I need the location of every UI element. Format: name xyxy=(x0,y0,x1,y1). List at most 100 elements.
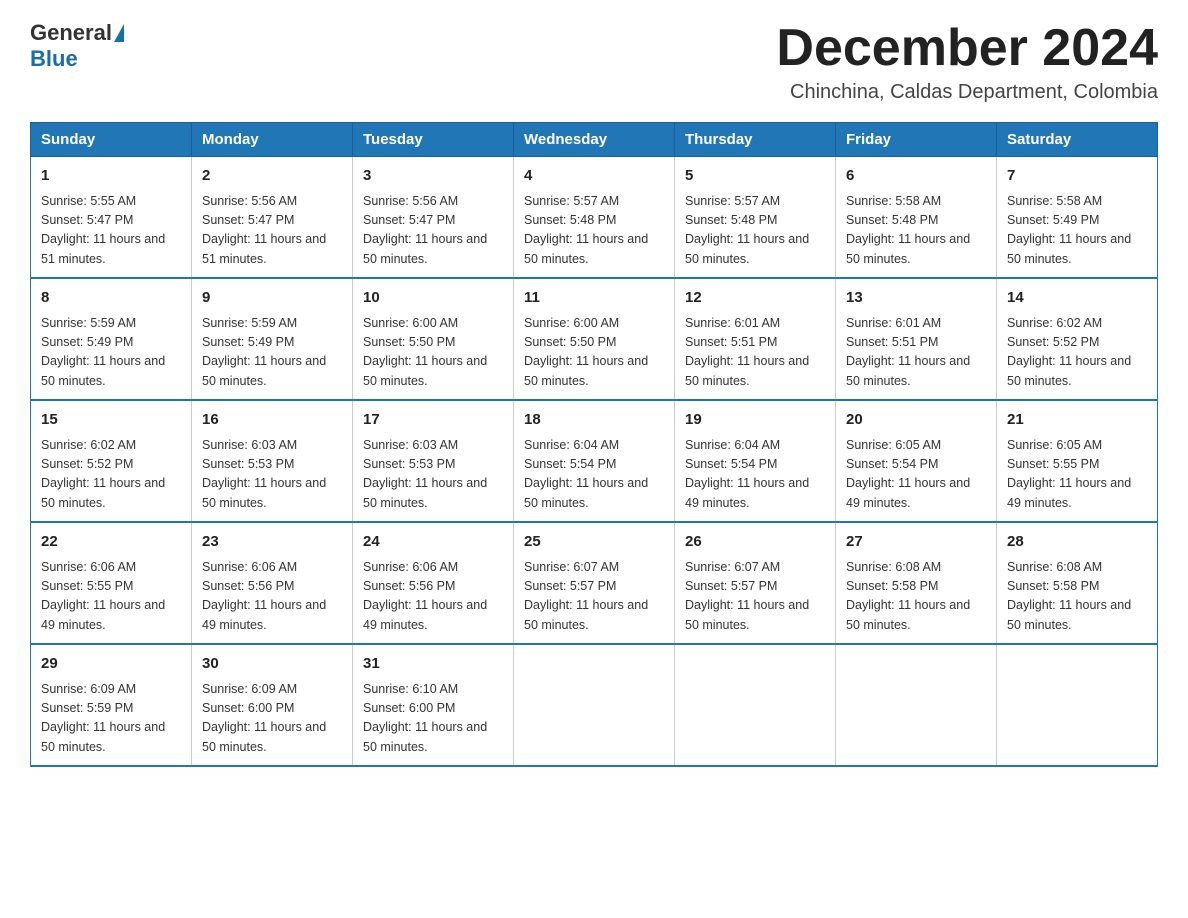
calendar-day-cell xyxy=(514,644,675,766)
day-info: Sunrise: 5:59 AMSunset: 5:49 PMDaylight:… xyxy=(202,314,342,392)
calendar-week-row: 15Sunrise: 6:02 AMSunset: 5:52 PMDayligh… xyxy=(31,400,1158,522)
day-number: 26 xyxy=(685,531,825,554)
month-title: December 2024 xyxy=(776,20,1158,77)
day-info: Sunrise: 6:02 AMSunset: 5:52 PMDaylight:… xyxy=(1007,314,1147,392)
weekday-header-friday: Friday xyxy=(836,123,997,157)
day-info: Sunrise: 6:03 AMSunset: 5:53 PMDaylight:… xyxy=(363,436,503,514)
day-number: 24 xyxy=(363,531,503,554)
calendar-day-cell: 3 Sunrise: 5:56 AMSunset: 5:47 PMDaylight… xyxy=(353,157,514,279)
logo: General Blue xyxy=(30,20,126,72)
day-info: Sunrise: 5:57 AMSunset: 5:48 PMDaylight:… xyxy=(685,192,825,270)
day-number: 16 xyxy=(202,409,342,432)
calendar-week-row: 8 Sunrise: 5:59 AMSunset: 5:49 PMDaylight… xyxy=(31,278,1158,400)
logo-general-text: General xyxy=(30,20,112,46)
day-info: Sunrise: 6:07 AMSunset: 5:57 PMDaylight:… xyxy=(685,558,825,636)
calendar-day-cell: 26 Sunrise: 6:07 AMSunset: 5:57 PMDayligh… xyxy=(675,522,836,644)
calendar-day-cell: 12 Sunrise: 6:01 AMSunset: 5:51 PMDayligh… xyxy=(675,278,836,400)
calendar-day-cell: 20Sunrise: 6:05 AMSunset: 5:54 PMDayligh… xyxy=(836,400,997,522)
day-info: Sunrise: 6:08 AMSunset: 5:58 PMDaylight:… xyxy=(846,558,986,636)
day-info: Sunrise: 5:59 AMSunset: 5:49 PMDaylight:… xyxy=(41,314,181,392)
calendar-day-cell: 13 Sunrise: 6:01 AMSunset: 5:51 PMDayligh… xyxy=(836,278,997,400)
calendar-day-cell: 23 Sunrise: 6:06 AMSunset: 5:56 PMDayligh… xyxy=(192,522,353,644)
calendar-day-cell: 2 Sunrise: 5:56 AMSunset: 5:47 PMDaylight… xyxy=(192,157,353,279)
weekday-header-monday: Monday xyxy=(192,123,353,157)
day-number: 14 xyxy=(1007,287,1147,310)
day-info: Sunrise: 6:06 AMSunset: 5:56 PMDaylight:… xyxy=(202,558,342,636)
day-info: Sunrise: 6:01 AMSunset: 5:51 PMDaylight:… xyxy=(685,314,825,392)
day-info: Sunrise: 6:04 AMSunset: 5:54 PMDaylight:… xyxy=(524,436,664,514)
calendar-day-cell: 5Sunrise: 5:57 AMSunset: 5:48 PMDaylight… xyxy=(675,157,836,279)
calendar-header-row: SundayMondayTuesdayWednesdayThursdayFrid… xyxy=(31,123,1158,157)
calendar-day-cell: 31 Sunrise: 6:10 AMSunset: 6:00 PMDayligh… xyxy=(353,644,514,766)
day-info: Sunrise: 6:00 AMSunset: 5:50 PMDaylight:… xyxy=(363,314,503,392)
calendar-day-cell: 19Sunrise: 6:04 AMSunset: 5:54 PMDayligh… xyxy=(675,400,836,522)
calendar-week-row: 1 Sunrise: 5:55 AMSunset: 5:47 PMDaylight… xyxy=(31,157,1158,279)
day-number: 27 xyxy=(846,531,986,554)
day-info: Sunrise: 6:09 AMSunset: 5:59 PMDaylight:… xyxy=(41,680,181,758)
calendar-day-cell: 11 Sunrise: 6:00 AMSunset: 5:50 PMDayligh… xyxy=(514,278,675,400)
day-info: Sunrise: 6:00 AMSunset: 5:50 PMDaylight:… xyxy=(524,314,664,392)
calendar-day-cell: 27 Sunrise: 6:08 AMSunset: 5:58 PMDayligh… xyxy=(836,522,997,644)
calendar-day-cell: 17 Sunrise: 6:03 AMSunset: 5:53 PMDayligh… xyxy=(353,400,514,522)
calendar-day-cell xyxy=(997,644,1158,766)
day-number: 15 xyxy=(41,409,181,432)
calendar-day-cell xyxy=(675,644,836,766)
calendar-day-cell: 8 Sunrise: 5:59 AMSunset: 5:49 PMDaylight… xyxy=(31,278,192,400)
logo-triangle-icon xyxy=(114,24,124,42)
day-info: Sunrise: 5:56 AMSunset: 5:47 PMDaylight:… xyxy=(363,192,503,270)
day-info: Sunrise: 6:01 AMSunset: 5:51 PMDaylight:… xyxy=(846,314,986,392)
calendar-day-cell: 24 Sunrise: 6:06 AMSunset: 5:56 PMDayligh… xyxy=(353,522,514,644)
day-info: Sunrise: 6:09 AMSunset: 6:00 PMDaylight:… xyxy=(202,680,342,758)
day-number: 19 xyxy=(685,409,825,432)
day-number: 7 xyxy=(1007,165,1147,188)
day-number: 22 xyxy=(41,531,181,554)
day-number: 31 xyxy=(363,653,503,676)
logo-blue-text: Blue xyxy=(30,46,78,71)
day-info: Sunrise: 6:07 AMSunset: 5:57 PMDaylight:… xyxy=(524,558,664,636)
day-number: 3 xyxy=(363,165,503,188)
calendar-day-cell: 25Sunrise: 6:07 AMSunset: 5:57 PMDayligh… xyxy=(514,522,675,644)
weekday-header-thursday: Thursday xyxy=(675,123,836,157)
day-number: 1 xyxy=(41,165,181,188)
day-info: Sunrise: 5:56 AMSunset: 5:47 PMDaylight:… xyxy=(202,192,342,270)
calendar-day-cell: 9 Sunrise: 5:59 AMSunset: 5:49 PMDaylight… xyxy=(192,278,353,400)
calendar-day-cell xyxy=(836,644,997,766)
calendar-day-cell: 29Sunrise: 6:09 AMSunset: 5:59 PMDayligh… xyxy=(31,644,192,766)
calendar-day-cell: 22Sunrise: 6:06 AMSunset: 5:55 PMDayligh… xyxy=(31,522,192,644)
day-number: 11 xyxy=(524,287,664,310)
day-number: 6 xyxy=(846,165,986,188)
day-info: Sunrise: 5:58 AMSunset: 5:49 PMDaylight:… xyxy=(1007,192,1147,270)
calendar-week-row: 29Sunrise: 6:09 AMSunset: 5:59 PMDayligh… xyxy=(31,644,1158,766)
calendar-day-cell: 16Sunrise: 6:03 AMSunset: 5:53 PMDayligh… xyxy=(192,400,353,522)
day-number: 8 xyxy=(41,287,181,310)
calendar-day-cell: 18Sunrise: 6:04 AMSunset: 5:54 PMDayligh… xyxy=(514,400,675,522)
day-number: 10 xyxy=(363,287,503,310)
day-info: Sunrise: 6:06 AMSunset: 5:56 PMDaylight:… xyxy=(363,558,503,636)
weekday-header-sunday: Sunday xyxy=(31,123,192,157)
calendar-day-cell: 30Sunrise: 6:09 AMSunset: 6:00 PMDayligh… xyxy=(192,644,353,766)
calendar-day-cell: 14 Sunrise: 6:02 AMSunset: 5:52 PMDayligh… xyxy=(997,278,1158,400)
day-info: Sunrise: 5:57 AMSunset: 5:48 PMDaylight:… xyxy=(524,192,664,270)
day-info: Sunrise: 5:55 AMSunset: 5:47 PMDaylight:… xyxy=(41,192,181,270)
day-number: 23 xyxy=(202,531,342,554)
day-number: 13 xyxy=(846,287,986,310)
calendar-week-row: 22Sunrise: 6:06 AMSunset: 5:55 PMDayligh… xyxy=(31,522,1158,644)
day-number: 21 xyxy=(1007,409,1147,432)
day-info: Sunrise: 6:08 AMSunset: 5:58 PMDaylight:… xyxy=(1007,558,1147,636)
calendar-day-cell: 7 Sunrise: 5:58 AMSunset: 5:49 PMDaylight… xyxy=(997,157,1158,279)
day-number: 4 xyxy=(524,165,664,188)
calendar-day-cell: 4 Sunrise: 5:57 AMSunset: 5:48 PMDaylight… xyxy=(514,157,675,279)
location-title: Chinchina, Caldas Department, Colombia xyxy=(776,81,1158,104)
day-number: 9 xyxy=(202,287,342,310)
day-number: 2 xyxy=(202,165,342,188)
day-number: 12 xyxy=(685,287,825,310)
day-number: 17 xyxy=(363,409,503,432)
page-header: General Blue December 2024 Chinchina, Ca… xyxy=(30,20,1158,104)
weekday-header-saturday: Saturday xyxy=(997,123,1158,157)
day-info: Sunrise: 6:05 AMSunset: 5:54 PMDaylight:… xyxy=(846,436,986,514)
day-info: Sunrise: 5:58 AMSunset: 5:48 PMDaylight:… xyxy=(846,192,986,270)
day-number: 28 xyxy=(1007,531,1147,554)
day-info: Sunrise: 6:10 AMSunset: 6:00 PMDaylight:… xyxy=(363,680,503,758)
calendar-table: SundayMondayTuesdayWednesdayThursdayFrid… xyxy=(30,122,1158,767)
calendar-day-cell: 1 Sunrise: 5:55 AMSunset: 5:47 PMDaylight… xyxy=(31,157,192,279)
